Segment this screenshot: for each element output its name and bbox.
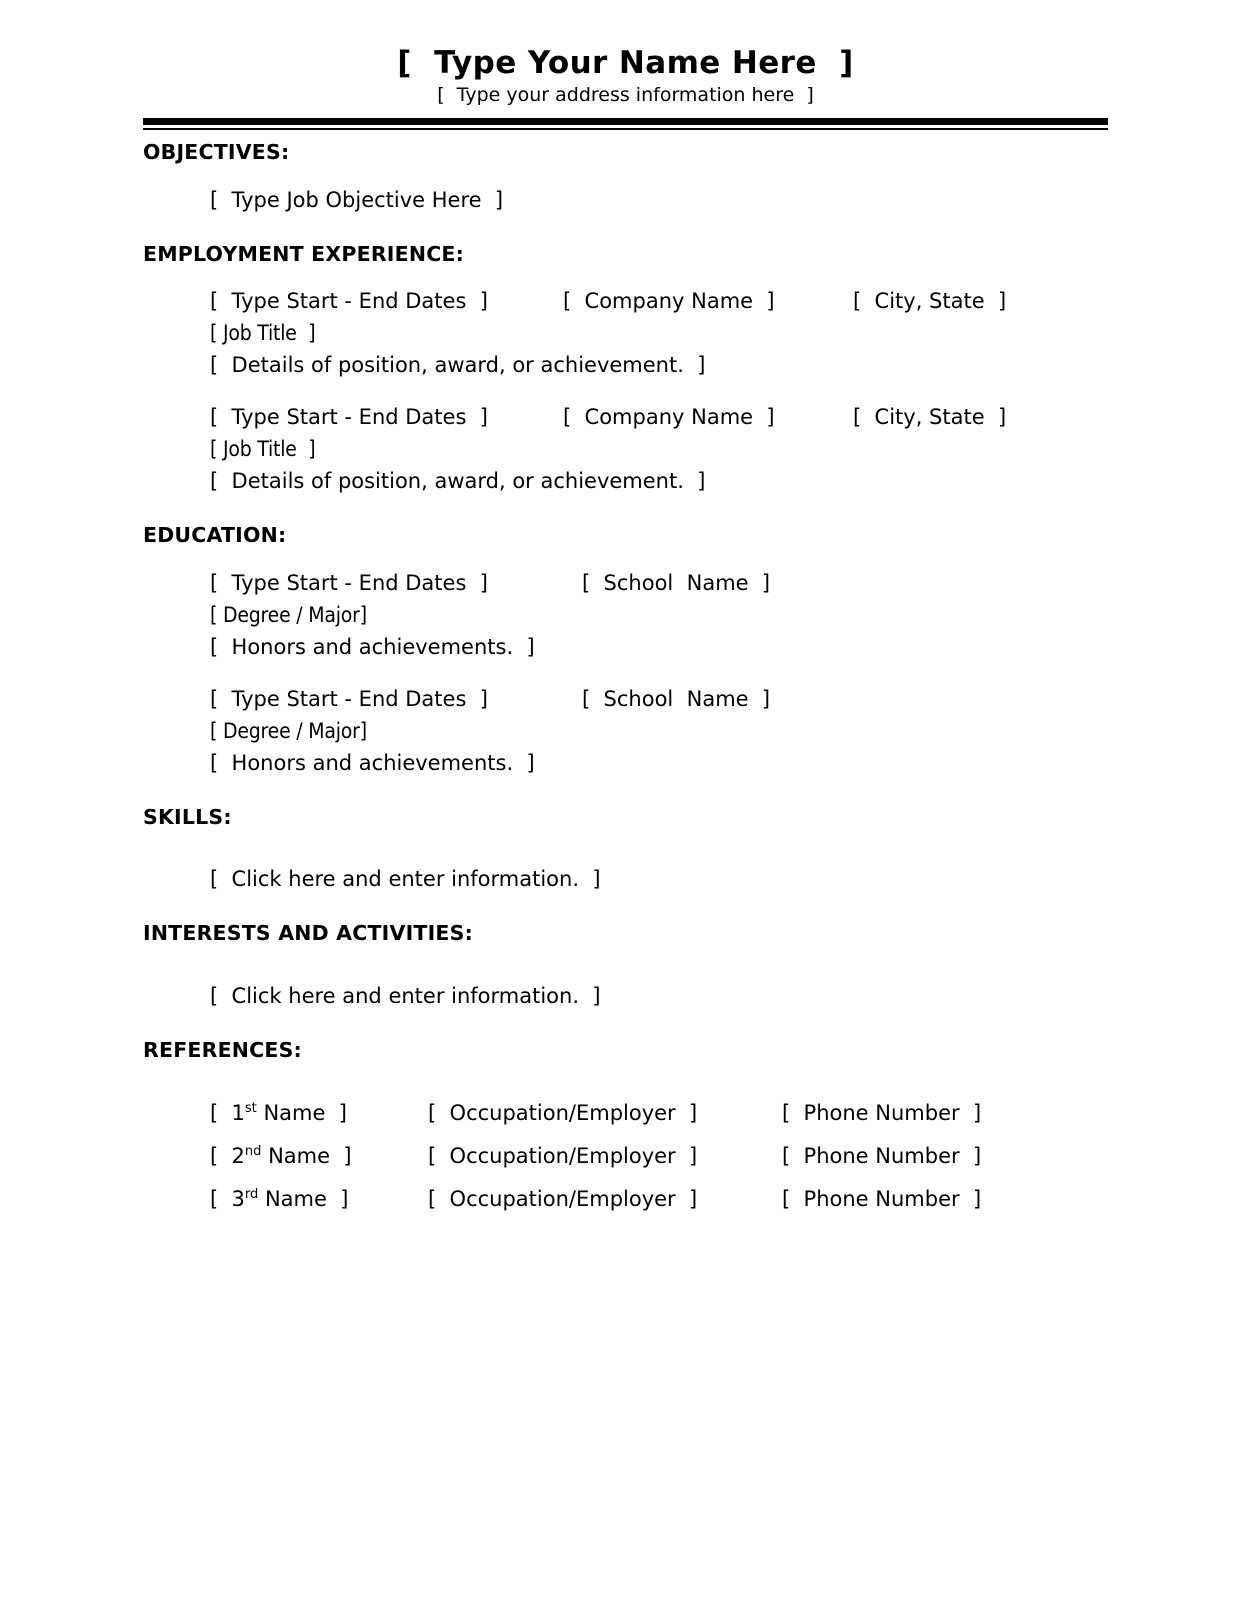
education-degree-row: [ Degree / Major] [143,715,1143,747]
employment-header-row: [ Type Start - End Dates ] [ Company Nam… [143,401,1143,433]
reference-ordinal-suffix: rd [244,1186,259,1202]
education-dates[interactable]: [ Type Start - End Dates ] [210,567,488,599]
reference-row: [ 1st Name ] [ Occupation/Employer ] [ P… [143,1097,1143,1129]
address-placeholder[interactable]: [ Type your address information here ] [143,84,1108,106]
section-heading-interests: INTERESTS AND ACTIVITIES: [143,921,473,946]
reference-occupation[interactable]: [ Occupation/Employer ] [428,1183,697,1215]
section-references: REFERENCES: [ 1st Name ] [ Occupation/Em… [143,1038,1143,1215]
employment-dates[interactable]: [ Type Start - End Dates ] [210,401,488,433]
employment-entry: [ Type Start - End Dates ] [ Company Nam… [143,401,1143,497]
section-heading-employment: EMPLOYMENT EXPERIENCE: [143,241,465,266]
education-dates[interactable]: [ Type Start - End Dates ] [210,683,488,715]
resume-page: [ Type Your Name Here ] [ Type your addr… [0,0,1236,1600]
education-degree-major[interactable]: [ Degree / Major] [210,599,367,631]
employment-details-row: [ Details of position, award, or achieve… [143,465,1143,497]
skills-placeholder[interactable]: [ Click here and enter information. ] [210,863,601,895]
interests-placeholder[interactable]: [ Click here and enter information. ] [210,980,601,1012]
education-entry: [ Type Start - End Dates ] [ School Name… [143,567,1143,663]
section-heading-objectives: OBJECTIVES: [143,140,290,164]
education-entry: [ Type Start - End Dates ] [ School Name… [143,683,1143,779]
reference-name-suffix: Name ] [256,1100,347,1125]
employment-entry: [ Type Start - End Dates ] [ Company Nam… [143,285,1143,381]
reference-row: [ 2nd Name ] [ Occupation/Employer ] [ P… [143,1140,1143,1172]
employment-header-row: [ Type Start - End Dates ] [ Company Nam… [143,285,1143,317]
section-skills: SKILLS: [ Click here and enter informati… [143,805,1143,896]
section-employment: EMPLOYMENT EXPERIENCE: [ Type Start - En… [143,242,1143,498]
reference-ordinal-suffix: st [244,1100,257,1116]
education-honors[interactable]: [ Honors and achievements. ] [210,631,535,663]
objective-placeholder[interactable]: [ Type Job Objective Here ] [210,184,503,216]
interests-line: [ Click here and enter information. ] [143,980,1143,1012]
reference-name-suffix: Name ] [258,1186,349,1211]
reference-occupation[interactable]: [ Occupation/Employer ] [428,1097,697,1129]
reference-phone[interactable]: [ Phone Number ] [782,1097,981,1129]
employment-details-row: [ Details of position, award, or achieve… [143,349,1143,381]
divider-thick-line [143,118,1108,125]
education-degree-row: [ Degree / Major] [143,599,1143,631]
reference-name[interactable]: [ 2nd Name ] [210,1140,352,1172]
reference-name[interactable]: [ 1st Name ] [210,1097,347,1129]
reference-name-prefix: [ 3 [210,1186,245,1211]
objectives-line: [ Type Job Objective Here ] [143,184,1143,216]
employment-job-title[interactable]: [ Job Title ] [210,433,316,465]
reference-phone[interactable]: [ Phone Number ] [782,1140,981,1172]
section-heading-skills: SKILLS: [143,804,232,829]
section-heading-education: EDUCATION: [143,523,287,548]
reference-name-suffix: Name ] [261,1143,352,1168]
reference-row: [ 3rd Name ] [ Occupation/Employer ] [ P… [143,1183,1143,1215]
employment-details[interactable]: [ Details of position, award, or achieve… [210,349,705,381]
employment-company[interactable]: [ Company Name ] [563,401,775,433]
document-header: [ Type Your Name Here ] [ Type your addr… [143,46,1108,106]
education-honors-row: [ Honors and achievements. ] [143,747,1143,779]
employment-job-title-row: [ Job Title ] [143,317,1143,349]
skills-line: [ Click here and enter information. ] [143,863,1143,895]
section-interests: INTERESTS AND ACTIVITIES: [ Click here a… [143,921,1143,1012]
reference-name-prefix: [ 1 [210,1100,245,1125]
education-school-name[interactable]: [ School Name ] [582,683,770,715]
education-honors-row: [ Honors and achievements. ] [143,631,1143,663]
section-education: EDUCATION: [ Type Start - End Dates ] [ … [143,523,1143,779]
education-honors[interactable]: [ Honors and achievements. ] [210,747,535,779]
employment-city-state[interactable]: [ City, State ] [853,285,1006,317]
reference-ordinal-suffix: nd [244,1143,262,1159]
reference-occupation[interactable]: [ Occupation/Employer ] [428,1140,697,1172]
education-header-row: [ Type Start - End Dates ] [ School Name… [143,567,1143,599]
header-divider [143,118,1108,130]
resume-content: OBJECTIVES: [ Type Job Objective Here ] … [143,140,1143,1215]
employment-job-title[interactable]: [ Job Title ] [210,317,316,349]
employment-company[interactable]: [ Company Name ] [563,285,775,317]
employment-details[interactable]: [ Details of position, award, or achieve… [210,465,705,497]
section-heading-references: REFERENCES: [143,1037,302,1062]
reference-name[interactable]: [ 3rd Name ] [210,1183,348,1215]
reference-phone[interactable]: [ Phone Number ] [782,1183,981,1215]
education-header-row: [ Type Start - End Dates ] [ School Name… [143,683,1143,715]
employment-city-state[interactable]: [ City, State ] [853,401,1006,433]
section-objectives: OBJECTIVES: [ Type Job Objective Here ] [143,140,1143,216]
reference-name-prefix: [ 2 [210,1143,245,1168]
education-school-name[interactable]: [ School Name ] [582,567,770,599]
employment-dates[interactable]: [ Type Start - End Dates ] [210,285,488,317]
divider-thin-line [143,128,1108,130]
page-title[interactable]: [ Type Your Name Here ] [143,46,1108,81]
education-degree-major[interactable]: [ Degree / Major] [210,715,367,747]
employment-job-title-row: [ Job Title ] [143,433,1143,465]
